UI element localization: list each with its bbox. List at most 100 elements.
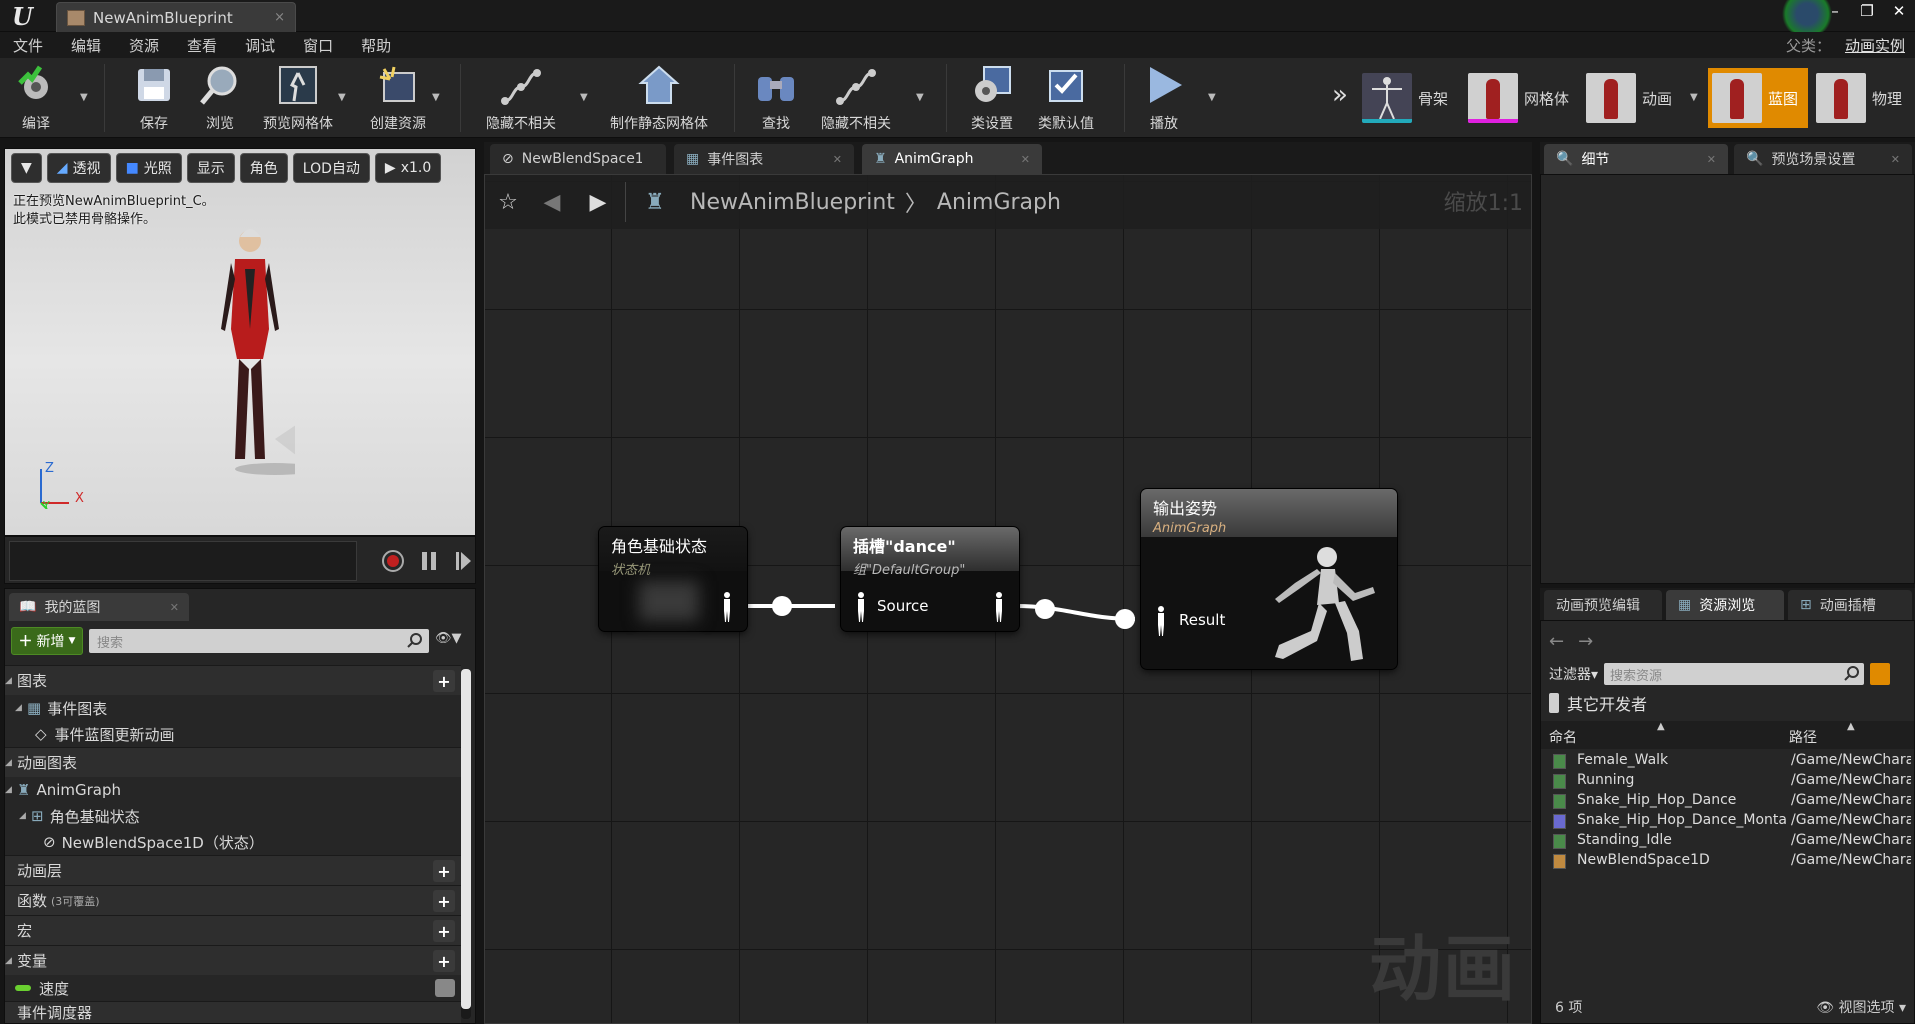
maximize-button[interactable]: ❐ [1851, 0, 1883, 22]
compile-dropdown-icon[interactable]: ▼ [80, 92, 88, 103]
view-options-button[interactable]: 👁 视图选项 ▾ [1816, 997, 1906, 1017]
menu-edit[interactable]: 编辑 [71, 35, 101, 56]
hide-unrelated-button[interactable]: 隐藏不相关 [476, 58, 566, 138]
add-anim-layer-button[interactable]: + [433, 860, 455, 882]
create-asset-button[interactable]: 创建资源 [362, 58, 434, 138]
tree-item-locomotion[interactable]: ◢ ⊞ 角色基础状态 [5, 803, 461, 829]
preview-mesh-dropdown-icon[interactable]: ▼ [338, 92, 346, 103]
hide-unrelated-dropdown-icon-2[interactable]: ▼ [916, 92, 924, 103]
add-variable-button[interactable]: + [433, 950, 455, 972]
minimize-button[interactable]: – [1819, 0, 1851, 22]
tab-anim-slots[interactable]: ⊞ 动画插槽 [1788, 590, 1912, 620]
pause-button[interactable] [415, 547, 443, 575]
tab-close-icon[interactable]: ✕ [1021, 153, 1030, 166]
tab-anim-graph[interactable]: ♜ AnimGraph ✕ [862, 144, 1042, 174]
tree-item-event-graph[interactable]: ◢ ▦ 事件图表 [5, 695, 461, 721]
filter-dropdown[interactable]: 过滤器▾ [1549, 664, 1598, 684]
animation-dropdown-icon[interactable]: ▼ [1690, 92, 1698, 103]
mode-animation[interactable]: 动画 [1586, 66, 1672, 130]
save-button[interactable]: 保存 [126, 58, 182, 138]
unreal-logo-icon[interactable]: U [12, 2, 42, 31]
developer-filter-icon[interactable] [1870, 663, 1891, 685]
column-name-header[interactable]: 命名 [1549, 727, 1577, 747]
lit-button[interactable]: ■ 光照 [115, 153, 182, 183]
category-macros[interactable]: 宏 + [5, 915, 461, 945]
add-function-button[interactable]: + [433, 890, 455, 912]
menu-window[interactable]: 窗口 [303, 35, 333, 56]
tab-close-icon[interactable]: × [274, 10, 285, 25]
forward-arrow-icon[interactable]: → [1578, 631, 1593, 652]
play-button[interactable]: 播放 [1136, 58, 1192, 138]
slot-output-pin-icon[interactable] [993, 591, 1005, 623]
document-tab[interactable]: NewAnimBlueprint × [56, 2, 296, 32]
class-defaults-button[interactable]: 类默认值 [1030, 58, 1102, 138]
eye-closed-icon[interactable] [435, 979, 455, 997]
asset-row[interactable]: Standing_Idle/Game/NewCharacter [1541, 831, 1914, 851]
character-button[interactable]: 角色 [239, 153, 288, 183]
source-input-pin-icon[interactable] [855, 591, 867, 623]
perspective-button[interactable]: ◢ 透视 [46, 153, 111, 183]
parent-class-link[interactable]: 动画实例 [1845, 37, 1905, 55]
mode-blueprint[interactable]: 蓝图 [1708, 68, 1809, 128]
blueprint-search-input[interactable]: 搜索 [89, 629, 429, 653]
viewport-options-button[interactable]: ▼ [11, 153, 42, 183]
step-forward-button[interactable] [449, 547, 477, 575]
category-event-dispatchers[interactable]: 事件调度器 [5, 1001, 461, 1023]
find-button[interactable]: 查找 [748, 58, 804, 138]
compile-button[interactable]: 编译 [8, 58, 64, 138]
anim-graph-canvas[interactable]: ☆ ◀ ▶ ♜ NewAnimBlueprint 〉 AnimGraph 缩放1… [484, 174, 1532, 1024]
add-macro-button[interactable]: + [433, 920, 455, 942]
visibility-eye-icon[interactable]: 👁▼ [435, 631, 462, 646]
asset-row[interactable]: NewBlendSpace1D/Game/NewCharacter [1541, 851, 1914, 871]
play-dropdown-icon[interactable]: ▼ [1208, 92, 1216, 103]
menu-asset[interactable]: 资源 [129, 35, 159, 56]
output-pose-node[interactable]: 输出姿势 AnimGraph Result [1141, 489, 1397, 669]
tree-scrollbar[interactable] [461, 669, 471, 1019]
result-input-pin-icon[interactable] [1155, 605, 1167, 637]
asset-row[interactable]: Snake_Hip_Hop_Dance/Game/NewCharacter [1541, 791, 1914, 811]
add-graph-button[interactable]: + [433, 670, 455, 692]
asset-row[interactable]: Running/Game/NewCharacter [1541, 771, 1914, 791]
column-path-header[interactable]: 路径 [1789, 727, 1817, 747]
preview-viewport[interactable]: ▼ ◢ 透视 ■ 光照 显示 角色 LOD自动 ▶ x1.0 正在预览NewAnimB… [4, 148, 476, 536]
tree-item-anim-graph[interactable]: ◢ ♜ AnimGraph [5, 777, 461, 803]
tab-anim-preview-editor[interactable]: 动画预览编辑 [1544, 590, 1662, 620]
tab-blendspace[interactable]: ⊘ NewBlendSpace1D [490, 144, 666, 174]
tab-event-graph[interactable]: ▦ 事件图表 ✕ [674, 144, 854, 174]
asset-row[interactable]: Snake_Hip_Hop_Dance_Montage/Game/NewChar… [1541, 811, 1914, 831]
tab-asset-browser[interactable]: ▦ 资源浏览 [1666, 590, 1784, 620]
category-anim-layers[interactable]: 动画层 + [5, 855, 461, 885]
menu-help[interactable]: 帮助 [361, 35, 391, 56]
tab-close-icon[interactable]: ✕ [170, 601, 179, 614]
hide-unrelated-dropdown-icon[interactable]: ▼ [580, 92, 588, 103]
category-functions[interactable]: 函数 (3可覆盖) + [5, 885, 461, 915]
tree-item-speed-variable[interactable]: 速度 [5, 975, 461, 1001]
developer-folder-row[interactable]: 其它开发者 [1549, 691, 1647, 715]
more-modes-icon[interactable]: » [1332, 80, 1348, 110]
class-settings-button[interactable]: 类设置 [964, 58, 1020, 138]
pose-output-pin-icon[interactable] [721, 591, 733, 623]
mode-skeleton[interactable]: 骨架 [1362, 66, 1448, 130]
preview-mesh-button[interactable]: 预览网格体 [258, 58, 338, 138]
lod-button[interactable]: LOD自动 [292, 153, 370, 183]
state-machine-node[interactable]: 角色基础状态 状态机 [599, 527, 747, 631]
category-graphs[interactable]: ◢ 图表 + [5, 665, 461, 695]
playback-speed-button[interactable]: ▶ x1.0 [374, 153, 442, 183]
tab-preview-scene[interactable]: 🔍 预览场景设置 ✕ [1734, 144, 1912, 174]
scrollbar-thumb[interactable] [461, 669, 471, 1009]
browse-button[interactable]: 浏览 [192, 58, 248, 138]
menu-file[interactable]: 文件 [13, 35, 43, 56]
tab-close-icon[interactable]: ✕ [833, 153, 842, 166]
show-button[interactable]: 显示 [186, 153, 235, 183]
slot-node[interactable]: 插槽"dance" 组"DefaultGroup" Source [841, 527, 1019, 631]
checkbox-icon[interactable] [1549, 693, 1559, 713]
make-static-mesh-button[interactable]: 制作静态网格体 [604, 58, 714, 138]
tab-close-icon[interactable]: ✕ [1891, 153, 1900, 166]
category-variables[interactable]: ◢ 变量 + [5, 945, 461, 975]
timeline-scrubber[interactable] [9, 541, 357, 581]
tree-item-blendspace[interactable]: ⊘ NewBlendSpace1D（状态） [5, 829, 461, 855]
create-asset-dropdown-icon[interactable]: ▼ [432, 92, 440, 103]
tab-my-blueprint[interactable]: 📖 我的蓝图 ✕ [9, 593, 189, 621]
menu-debug[interactable]: 调试 [245, 35, 275, 56]
mode-mesh[interactable]: 网格体 [1468, 66, 1569, 130]
